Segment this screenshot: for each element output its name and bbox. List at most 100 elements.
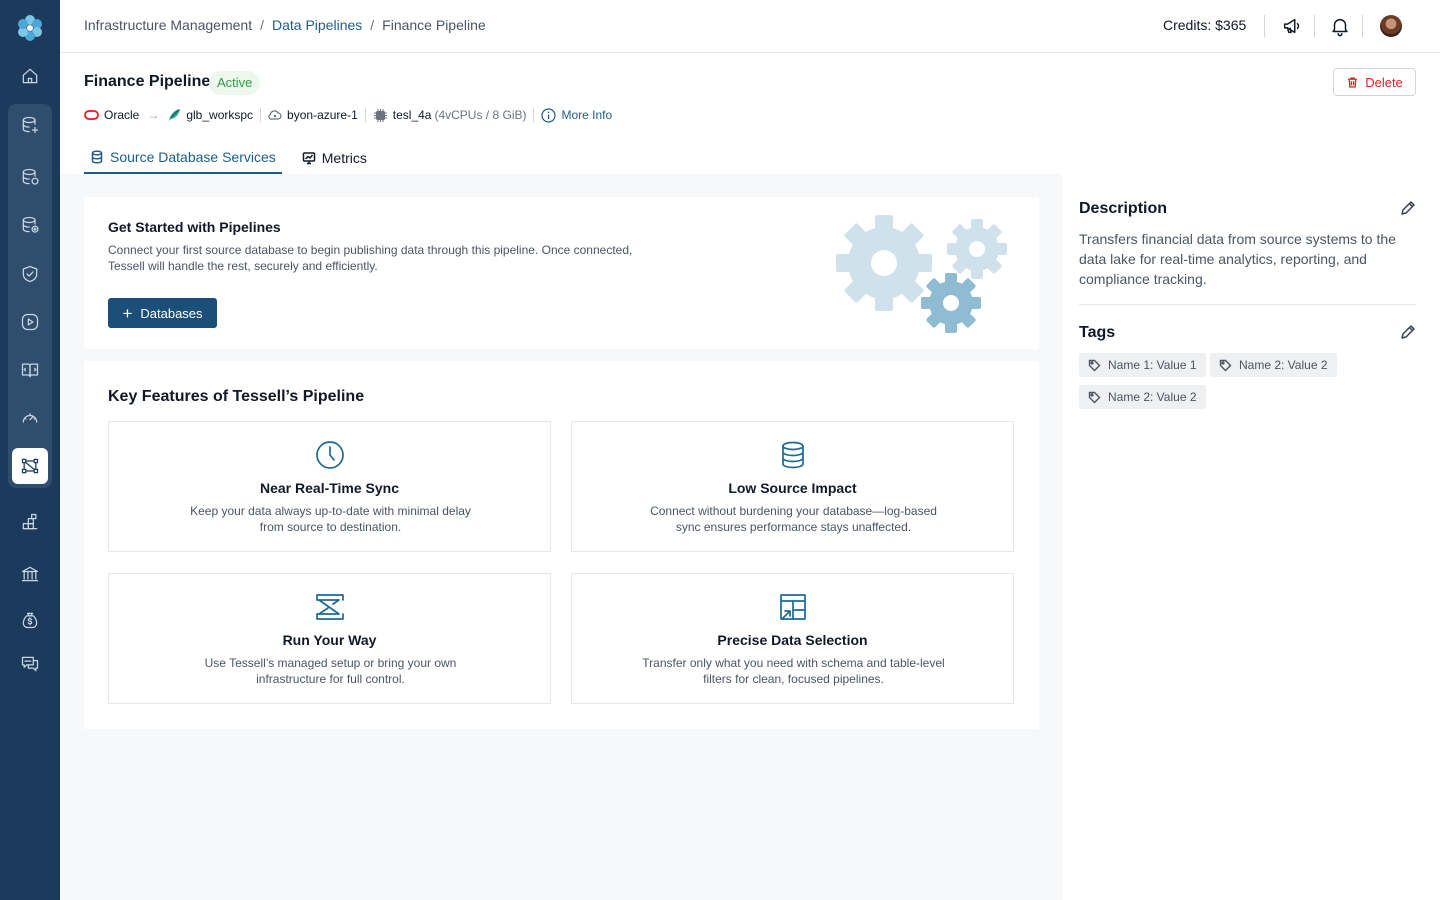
chat-icon	[21, 656, 39, 672]
edit-description-button[interactable]	[1399, 200, 1416, 217]
feature-description: Use Tessell’s managed setup or bring you…	[204, 656, 457, 686]
add-databases-button[interactable]: + Databases	[108, 298, 217, 328]
feature-title: Run Your Way	[282, 632, 377, 648]
nav-data-pipelines[interactable]	[12, 448, 48, 484]
workspace-icon	[169, 109, 181, 121]
speedometer-icon	[22, 413, 38, 423]
add-databases-label: Databases	[140, 305, 203, 321]
nav-home[interactable]	[12, 58, 48, 94]
feature-description: Transfer only what you need with schema …	[642, 656, 945, 686]
blocks-icon	[22, 513, 38, 530]
tab-label: Source Database Services	[110, 149, 276, 165]
tag-chip: Name 2: Value 2	[1079, 385, 1206, 409]
nav-support[interactable]	[12, 646, 48, 682]
tessell-logo[interactable]	[16, 14, 44, 42]
nav-infrastructure[interactable]	[12, 504, 48, 540]
breadcrumb-root[interactable]: Infrastructure Management	[84, 17, 252, 33]
announcements-button[interactable]	[1281, 15, 1303, 37]
header-divider	[1264, 15, 1265, 37]
feature-title: Near Real-Time Sync	[259, 480, 400, 496]
panel-divider	[1079, 304, 1416, 305]
tag-chip: Name 1: Value 1	[1079, 353, 1206, 377]
feature-description: Keep your data always up-to-date with mi…	[190, 504, 471, 534]
nav-billing[interactable]	[12, 556, 48, 592]
breadcrumb-current: Finance Pipeline	[382, 17, 486, 33]
workspace: glb_workspc	[167, 108, 253, 122]
top-bar: Infrastructure Management / Data Pipelin…	[60, 0, 1440, 53]
nav-playbooks[interactable]	[12, 304, 48, 340]
cloud-account-label: byon-azure-1	[287, 108, 358, 122]
breadcrumb-separator: /	[260, 17, 264, 33]
nav-performance[interactable]	[12, 400, 48, 436]
delete-button-label: Delete	[1365, 74, 1403, 90]
meta-divider	[260, 108, 262, 122]
feature-card: Precise Data Selection Transfer only wha…	[571, 573, 1014, 704]
plus-icon: +	[122, 303, 133, 323]
header-divider	[1362, 15, 1363, 37]
more-info-label: More Info	[561, 108, 613, 122]
get-started-description: Connect your first source database to be…	[108, 243, 633, 273]
route-icon	[316, 594, 344, 620]
database-add-icon	[22, 116, 39, 134]
database-plus-circle-icon	[22, 216, 39, 233]
more-info-link[interactable]: More Info	[541, 107, 613, 123]
nav-costs[interactable]	[12, 602, 48, 638]
database-user-icon	[22, 168, 39, 185]
cloud-icon	[268, 110, 282, 120]
nav-my-databases[interactable]	[12, 159, 48, 195]
tags-heading: Tags	[1079, 324, 1116, 341]
key-features-title: Key Features of Tessell’s Pipeline	[108, 388, 365, 405]
compute-shape-label: tesl_4a	[392, 108, 432, 122]
cloud-account: byon-azure-1	[268, 108, 358, 122]
feature-card: Low Source Impact Connect without burden…	[571, 421, 1014, 552]
pencil-icon	[1401, 201, 1415, 215]
user-avatar[interactable]	[1380, 15, 1402, 37]
workspace-label: glb_workspc	[186, 108, 254, 122]
money-bag-icon	[22, 612, 38, 629]
shield-check-icon	[22, 265, 38, 283]
breadcrumb-separator: /	[370, 17, 375, 33]
tab-bar: Source Database Services Metrics	[84, 142, 387, 174]
meta-divider	[533, 108, 535, 122]
nav-governance[interactable]	[12, 256, 48, 292]
meta-divider	[364, 108, 366, 122]
nav-api-docs[interactable]	[12, 352, 48, 388]
delete-button[interactable]: Delete	[1333, 68, 1416, 96]
feature-description: Connect without burdening your database—…	[650, 504, 937, 534]
edit-tags-button[interactable]	[1399, 324, 1416, 341]
compute-shape: tesl_4a (4vCPUs / 8 GiB)	[373, 108, 527, 123]
page-title: Finance Pipeline	[84, 73, 211, 90]
feature-title: Low Source Impact	[728, 480, 857, 496]
sidebar	[0, 0, 60, 900]
tag-icon	[1219, 359, 1232, 371]
play-icon	[21, 313, 39, 331]
tab-source-database-services[interactable]: Source Database Services	[84, 142, 282, 174]
tag-label: Name 2: Value 2	[1108, 390, 1197, 404]
credits-balance: Credits: $365	[1163, 17, 1247, 33]
pipeline-meta: Oracle → glb_workspc byon-azure-1 tesl_4…	[84, 106, 612, 124]
code-book-icon	[21, 363, 39, 378]
gears-illustration	[836, 215, 1007, 333]
feature-title: Precise Data Selection	[717, 632, 868, 648]
nav-provision-database[interactable]	[12, 107, 48, 143]
compute-spec: (4vCPUs / 8 GiB)	[434, 108, 527, 122]
database-icon	[91, 150, 103, 164]
chart-icon	[302, 152, 316, 165]
clock-icon	[316, 441, 344, 469]
tab-metrics[interactable]: Metrics	[296, 142, 373, 174]
nav-database-services[interactable]	[12, 207, 48, 243]
pencil-icon	[1401, 325, 1415, 339]
tab-label: Metrics	[321, 150, 367, 166]
status-badge: Active	[209, 71, 261, 95]
source-engine-label: Oracle	[104, 108, 140, 122]
trash-icon	[1348, 76, 1358, 88]
notifications-button[interactable]	[1329, 15, 1351, 37]
tag-chip: Name 2: Value 2	[1210, 353, 1337, 377]
arrow-right-icon: →	[147, 108, 160, 122]
get-started-card: Get Started with Pipelines Connect your …	[84, 197, 1039, 349]
header-divider	[1314, 15, 1315, 37]
tag-label: Name 1: Value 1	[1108, 358, 1197, 372]
description-heading: Description	[1079, 200, 1168, 217]
feature-card: Run Your Way Use Tessell’s managed setup…	[108, 573, 551, 704]
breadcrumb-data-pipelines[interactable]: Data Pipelines	[272, 17, 362, 33]
